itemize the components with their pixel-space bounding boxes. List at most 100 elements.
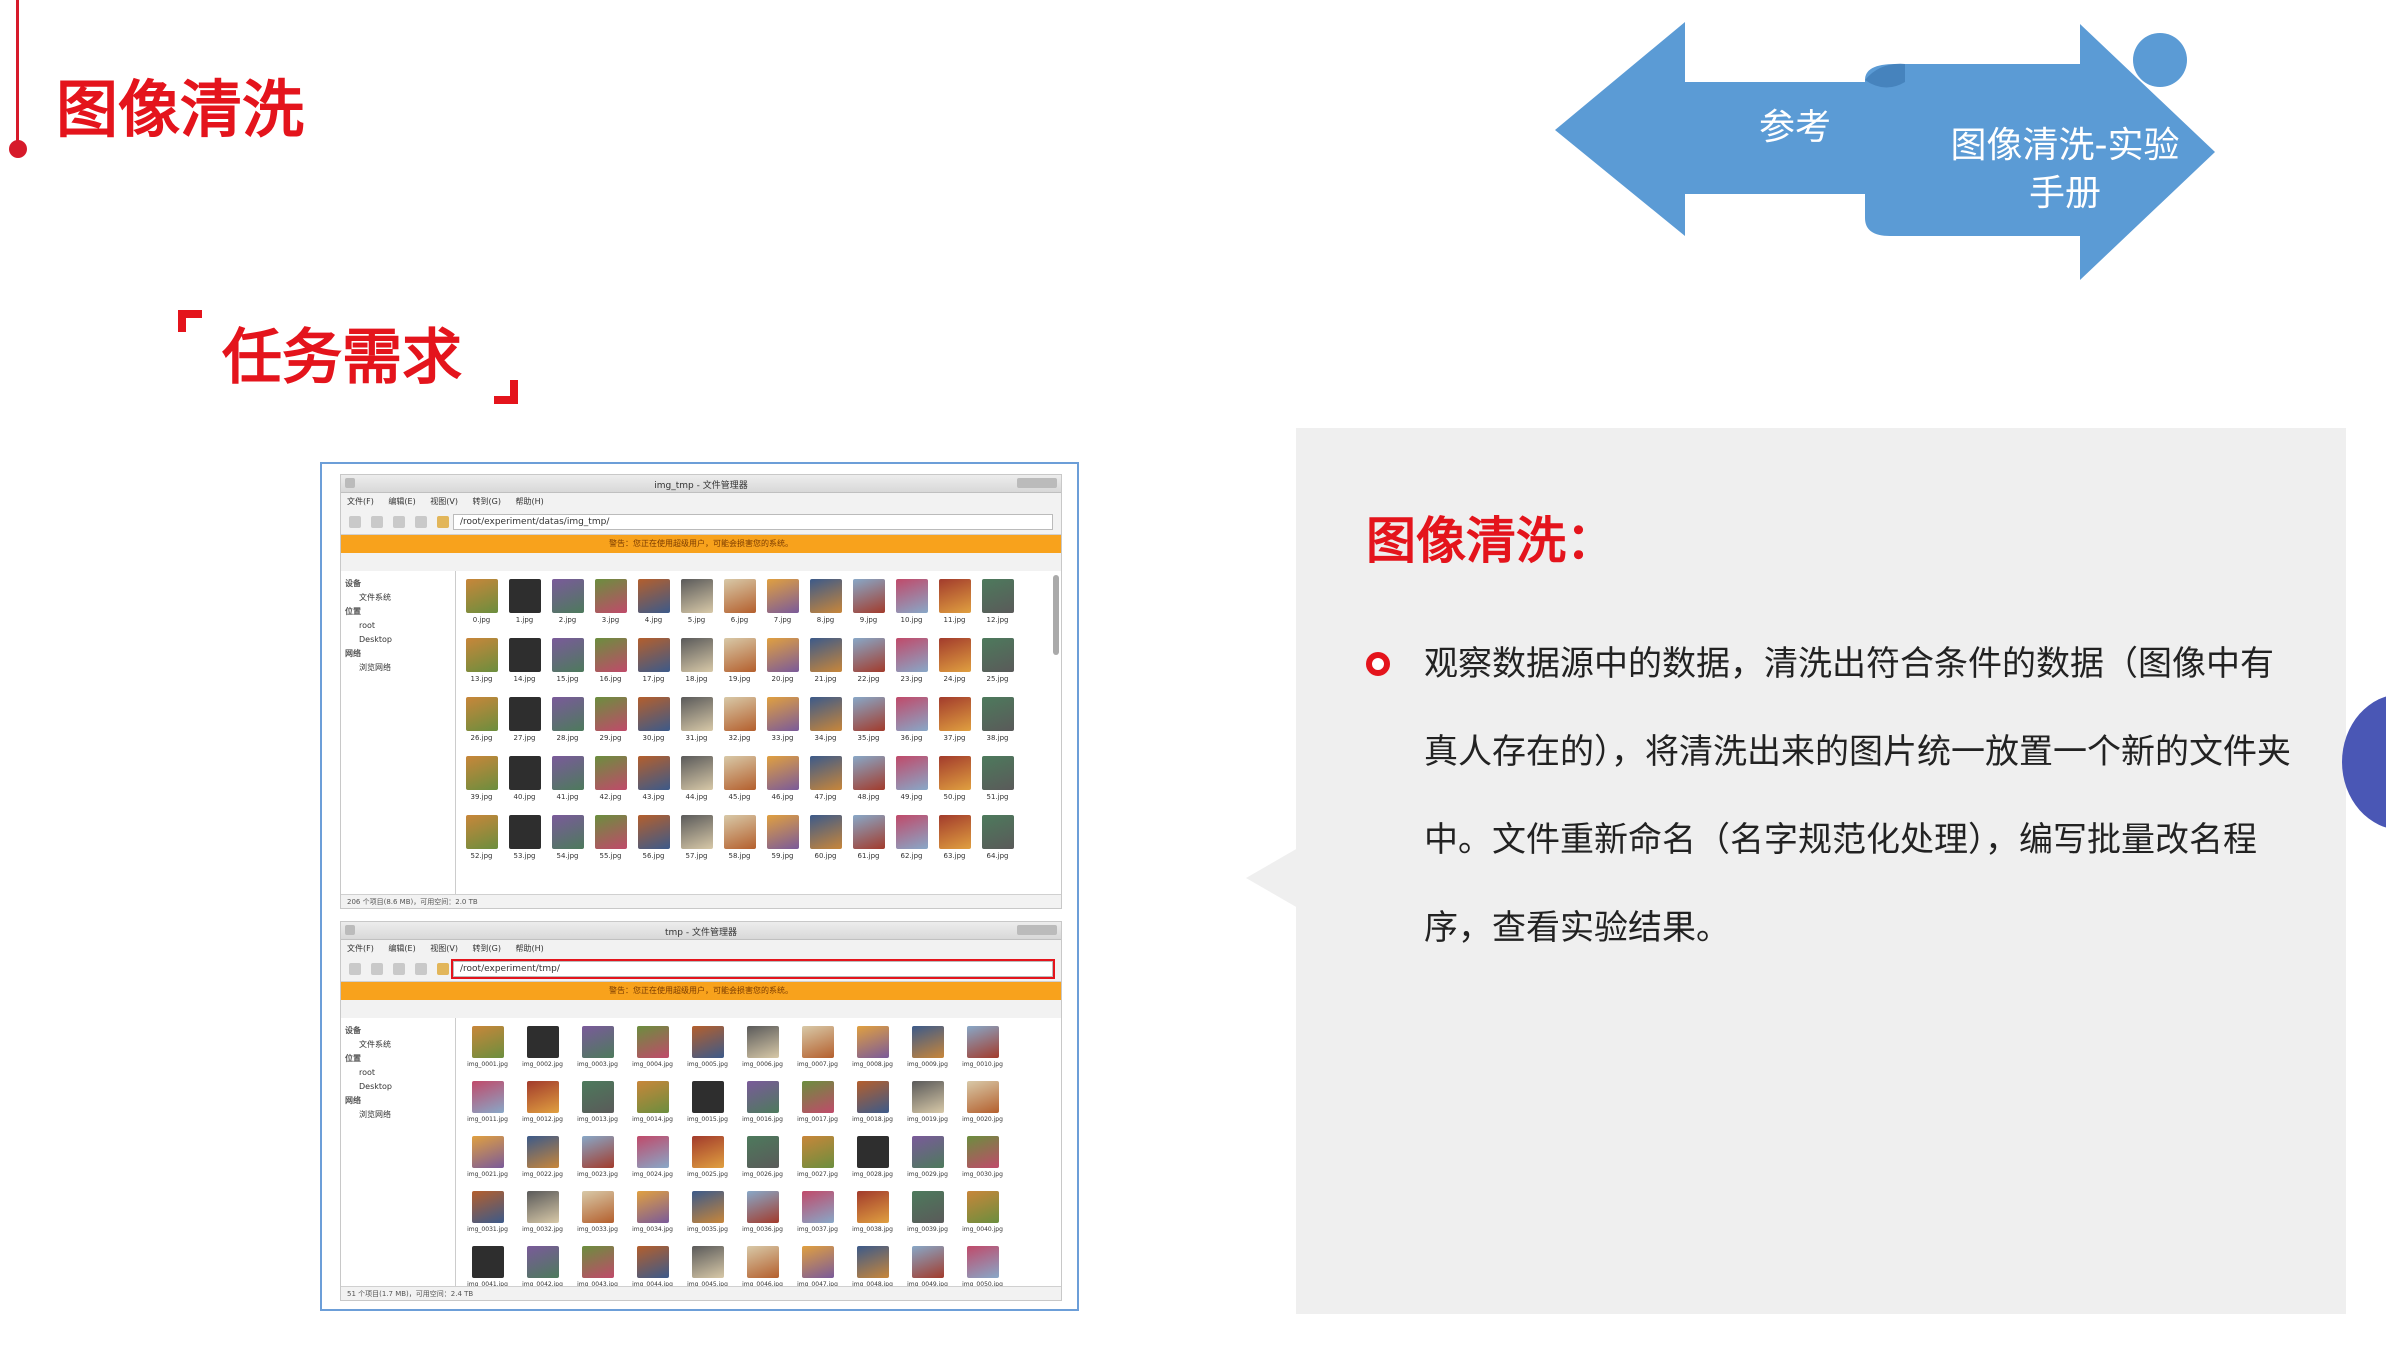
file-item[interactable]: 64.jpg	[976, 813, 1019, 872]
file-item[interactable]: img_0025.jpg	[680, 1134, 735, 1189]
file-item[interactable]: 58.jpg	[718, 813, 761, 872]
file-item[interactable]: 51.jpg	[976, 754, 1019, 813]
file-item[interactable]: img_0046.jpg	[735, 1244, 790, 1286]
menu-edit[interactable]: 编辑(E)	[388, 944, 415, 953]
file-item[interactable]: 63.jpg	[933, 813, 976, 872]
file-item[interactable]: img_0007.jpg	[790, 1024, 845, 1079]
path-field[interactable]: /root/experiment/tmp/	[451, 959, 1055, 979]
file-item[interactable]: 34.jpg	[804, 695, 847, 754]
file-item[interactable]: 41.jpg	[546, 754, 589, 813]
file-item[interactable]: img_0036.jpg	[735, 1189, 790, 1244]
file-item[interactable]: img_0026.jpg	[735, 1134, 790, 1189]
file-item[interactable]: 21.jpg	[804, 636, 847, 695]
file-item[interactable]: img_0028.jpg	[845, 1134, 900, 1189]
file-item[interactable]: 7.jpg	[761, 577, 804, 636]
file-item[interactable]: 42.jpg	[589, 754, 632, 813]
file-item[interactable]: img_0030.jpg	[955, 1134, 1010, 1189]
file-item[interactable]: 29.jpg	[589, 695, 632, 754]
file-item[interactable]: img_0029.jpg	[900, 1134, 955, 1189]
file-item[interactable]: 43.jpg	[632, 754, 675, 813]
file-item[interactable]: 5.jpg	[675, 577, 718, 636]
file-item[interactable]: 19.jpg	[718, 636, 761, 695]
file-item[interactable]: img_0038.jpg	[845, 1189, 900, 1244]
file-item[interactable]: 0.jpg	[460, 577, 503, 636]
file-item[interactable]: 36.jpg	[890, 695, 933, 754]
file-item[interactable]: img_0020.jpg	[955, 1079, 1010, 1134]
file-item[interactable]: 13.jpg	[460, 636, 503, 695]
menu-file[interactable]: 文件(F)	[347, 497, 374, 506]
file-item[interactable]: img_0040.jpg	[955, 1189, 1010, 1244]
path-field[interactable]: /root/experiment/datas/img_tmp/	[453, 514, 1053, 530]
file-item[interactable]: img_0023.jpg	[570, 1134, 625, 1189]
file-item[interactable]: 30.jpg	[632, 695, 675, 754]
file-item[interactable]: img_0024.jpg	[625, 1134, 680, 1189]
file-item[interactable]: img_0041.jpg	[460, 1244, 515, 1286]
sidebar-item-4[interactable]: Desktop	[345, 1080, 451, 1094]
file-item[interactable]: 62.jpg	[890, 813, 933, 872]
file-item[interactable]: 37.jpg	[933, 695, 976, 754]
file-item[interactable]: 60.jpg	[804, 813, 847, 872]
file-item[interactable]: img_0004.jpg	[625, 1024, 680, 1079]
file-item[interactable]: 4.jpg	[632, 577, 675, 636]
file-item[interactable]: 40.jpg	[503, 754, 546, 813]
sidebar-item-6[interactable]: 浏览网络	[345, 661, 451, 675]
file-item[interactable]: 8.jpg	[804, 577, 847, 636]
file-item[interactable]: 12.jpg	[976, 577, 1019, 636]
file-item[interactable]: img_0037.jpg	[790, 1189, 845, 1244]
file-item[interactable]: img_0043.jpg	[570, 1244, 625, 1286]
file-item[interactable]: 16.jpg	[589, 636, 632, 695]
file-item[interactable]: 3.jpg	[589, 577, 632, 636]
file-item[interactable]: 6.jpg	[718, 577, 761, 636]
file-item[interactable]: 18.jpg	[675, 636, 718, 695]
file-item[interactable]: 61.jpg	[847, 813, 890, 872]
sidebar-item-1[interactable]: 文件系统	[345, 591, 451, 605]
file-item[interactable]: img_0009.jpg	[900, 1024, 955, 1079]
file-item[interactable]: img_0033.jpg	[570, 1189, 625, 1244]
file-item[interactable]: 25.jpg	[976, 636, 1019, 695]
file-item[interactable]: 39.jpg	[460, 754, 503, 813]
file-item[interactable]: 46.jpg	[761, 754, 804, 813]
menu-go[interactable]: 转到(G)	[473, 497, 501, 506]
file-item[interactable]: 54.jpg	[546, 813, 589, 872]
file-item[interactable]: 57.jpg	[675, 813, 718, 872]
menu-go[interactable]: 转到(G)	[473, 944, 501, 953]
file-item[interactable]: img_0045.jpg	[680, 1244, 735, 1286]
file-item[interactable]: img_0019.jpg	[900, 1079, 955, 1134]
file-item[interactable]: img_0047.jpg	[790, 1244, 845, 1286]
home-icon[interactable]	[415, 963, 427, 975]
file-item[interactable]: img_0032.jpg	[515, 1189, 570, 1244]
file-item[interactable]: 47.jpg	[804, 754, 847, 813]
file-item[interactable]: 52.jpg	[460, 813, 503, 872]
file-item[interactable]: img_0003.jpg	[570, 1024, 625, 1079]
menu-help[interactable]: 帮助(H)	[516, 497, 544, 506]
file-item[interactable]: 27.jpg	[503, 695, 546, 754]
file-item[interactable]: img_0039.jpg	[900, 1189, 955, 1244]
file-item[interactable]: img_0042.jpg	[515, 1244, 570, 1286]
forward-arrow-icon[interactable]	[371, 516, 383, 528]
file-item[interactable]: 49.jpg	[890, 754, 933, 813]
file-item[interactable]: 32.jpg	[718, 695, 761, 754]
file-item[interactable]: img_0014.jpg	[625, 1079, 680, 1134]
file-item[interactable]: img_0006.jpg	[735, 1024, 790, 1079]
file-item[interactable]: img_0002.jpg	[515, 1024, 570, 1079]
file-item[interactable]: img_0015.jpg	[680, 1079, 735, 1134]
file-item[interactable]: 26.jpg	[460, 695, 503, 754]
file-item[interactable]: 53.jpg	[503, 813, 546, 872]
file-item[interactable]: 44.jpg	[675, 754, 718, 813]
file-item[interactable]: img_0011.jpg	[460, 1079, 515, 1134]
menu-view[interactable]: 视图(V)	[430, 944, 458, 953]
up-arrow-icon[interactable]	[393, 516, 405, 528]
file-item[interactable]: img_0018.jpg	[845, 1079, 900, 1134]
file-item[interactable]: 22.jpg	[847, 636, 890, 695]
sidebar-item-3[interactable]: root	[345, 1066, 451, 1080]
file-item[interactable]: 23.jpg	[890, 636, 933, 695]
file-item[interactable]: img_0035.jpg	[680, 1189, 735, 1244]
back-arrow-icon[interactable]	[349, 516, 361, 528]
menu-view[interactable]: 视图(V)	[430, 497, 458, 506]
sidebar-item-1[interactable]: 文件系统	[345, 1038, 451, 1052]
file-item[interactable]: 45.jpg	[718, 754, 761, 813]
file-item[interactable]: img_0017.jpg	[790, 1079, 845, 1134]
file-item[interactable]: img_0021.jpg	[460, 1134, 515, 1189]
file-item[interactable]: img_0050.jpg	[955, 1244, 1010, 1286]
forward-arrow-icon[interactable]	[371, 963, 383, 975]
